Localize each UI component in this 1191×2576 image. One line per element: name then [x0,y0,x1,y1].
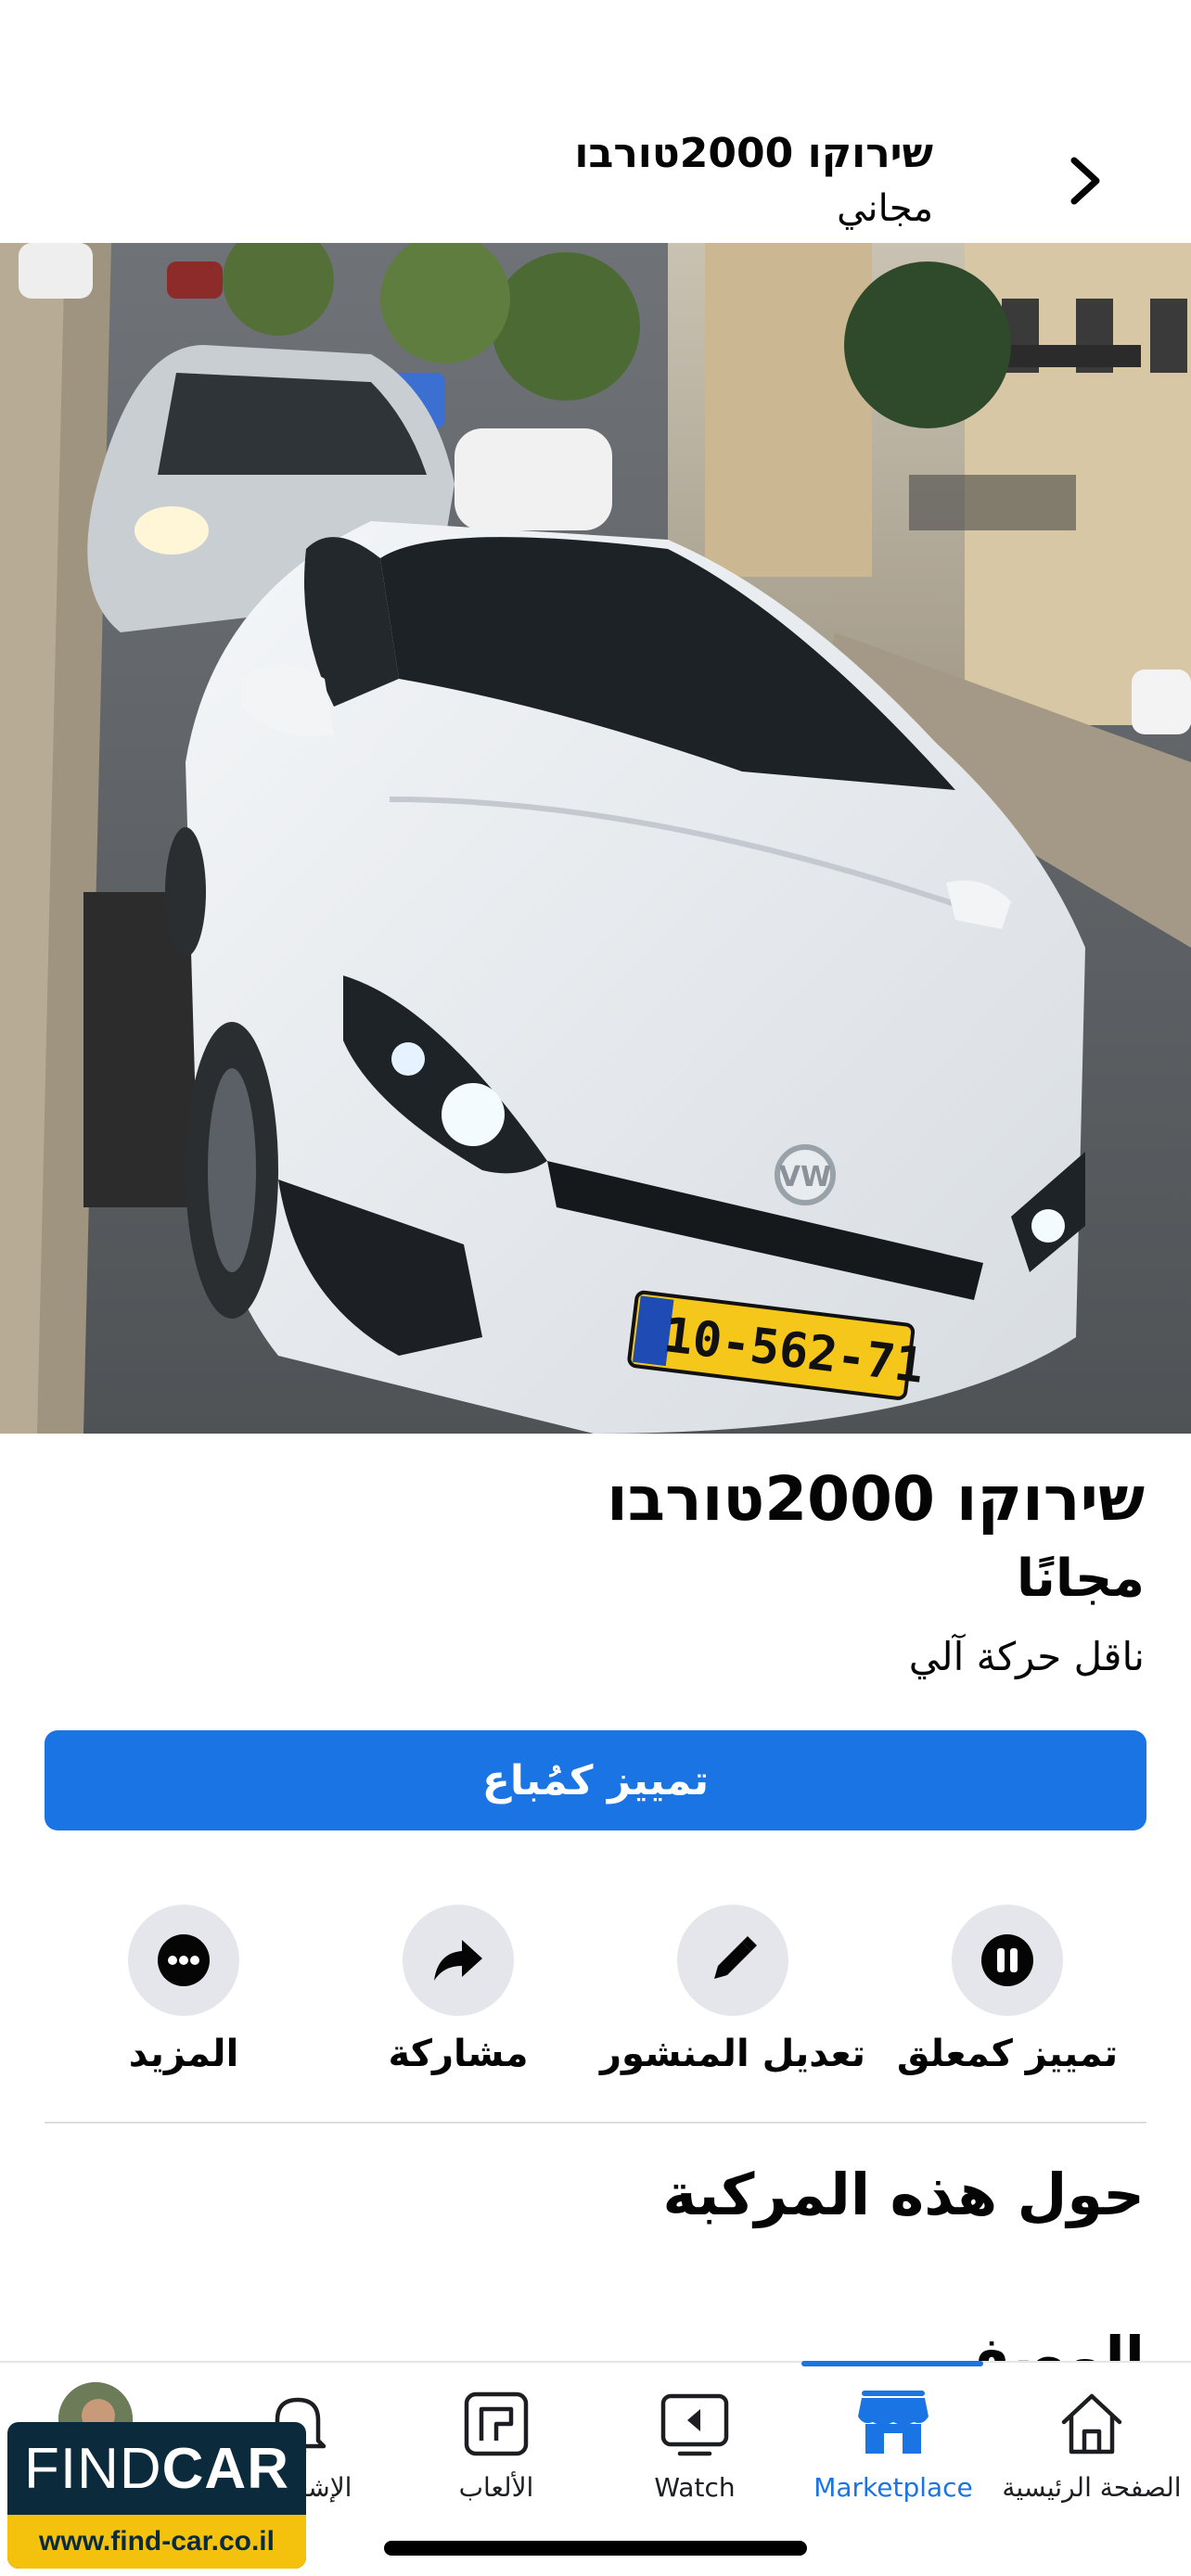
svg-text:VW: VW [779,1161,831,1193]
home-icon [1061,2393,1122,2455]
more-button[interactable]: المزيد [45,1905,323,2090]
watch-icon [660,2393,729,2456]
divider [45,2122,1146,2123]
nav-label: الصفحة الرئيسية [1002,2472,1182,2503]
nav-watch[interactable]: Watch [596,2363,794,2539]
watermark-brand-light: FIND [24,2436,162,2501]
header-subtitle: مجاني [837,187,933,230]
back-button[interactable] [1057,148,1113,213]
nav-marketplace[interactable]: Marketplace [794,2363,992,2539]
more-icon [158,1934,210,1986]
nav-gaming[interactable]: الألعاب [397,2363,596,2539]
pause-icon [981,1934,1033,1986]
nav-label: Watch [654,2472,736,2503]
watermark-brand: FIND CAR [7,2422,306,2515]
chevron-right-icon [1070,157,1100,205]
nav-label: الألعاب [458,2472,534,2503]
car-photo-illustration: VW 10-562-71 [0,243,1191,1434]
action-row: تمييز كمعلق تعديل المنشور مشاركة المزيد [45,1905,1146,2090]
action-icon-circle [952,1905,1063,2016]
gaming-icon [464,2391,529,2456]
share-icon [434,1940,482,1981]
top-bar: שירוקו 2000טורבו مجاني [0,0,1191,243]
action-icon-circle [403,1905,514,2016]
mark-pending-button[interactable]: تمييز كمعلق [868,1905,1146,2090]
edit-post-button[interactable]: تعديل المنشور [594,1905,872,2090]
listing-price: مجانًا [1016,1549,1145,1609]
listing-photo[interactable]: VW 10-562-71 [0,243,1191,1434]
action-label: المزيد [128,2033,239,2075]
action-label: مشاركة [388,2033,529,2075]
mark-as-sold-button[interactable]: تمييز كمُباع [45,1730,1146,1830]
action-icon-circle [128,1905,239,2016]
home-indicator [384,2541,807,2556]
nav-label: Marketplace [813,2472,973,2503]
listing-transmission: ناقل حركة آلي [908,1634,1145,1679]
action-label: تعديل المنشور [599,2033,866,2075]
action-icon-circle [677,1905,788,2016]
findcar-watermark-logo: FIND CAR www.find-car.co.il [7,2422,306,2569]
nav-home[interactable]: الصفحة الرئيسية [992,2363,1191,2539]
action-label: تمييز كمعلق [896,2033,1119,2075]
pencil-icon [714,1936,757,1979]
header-title: שירוקו 2000טורבו [574,130,933,177]
section-next-title: الوصف [942,2324,1145,2361]
share-button[interactable]: مشاركة [319,1905,597,2090]
listing-title: שירוקו 2000טורבו [607,1463,1145,1535]
marketplace-icon [858,2391,928,2454]
section-title: حول هذه المركبة [662,2161,1145,2228]
watermark-brand-bold: CAR [161,2436,289,2501]
watermark-url: www.find-car.co.il [7,2515,306,2569]
